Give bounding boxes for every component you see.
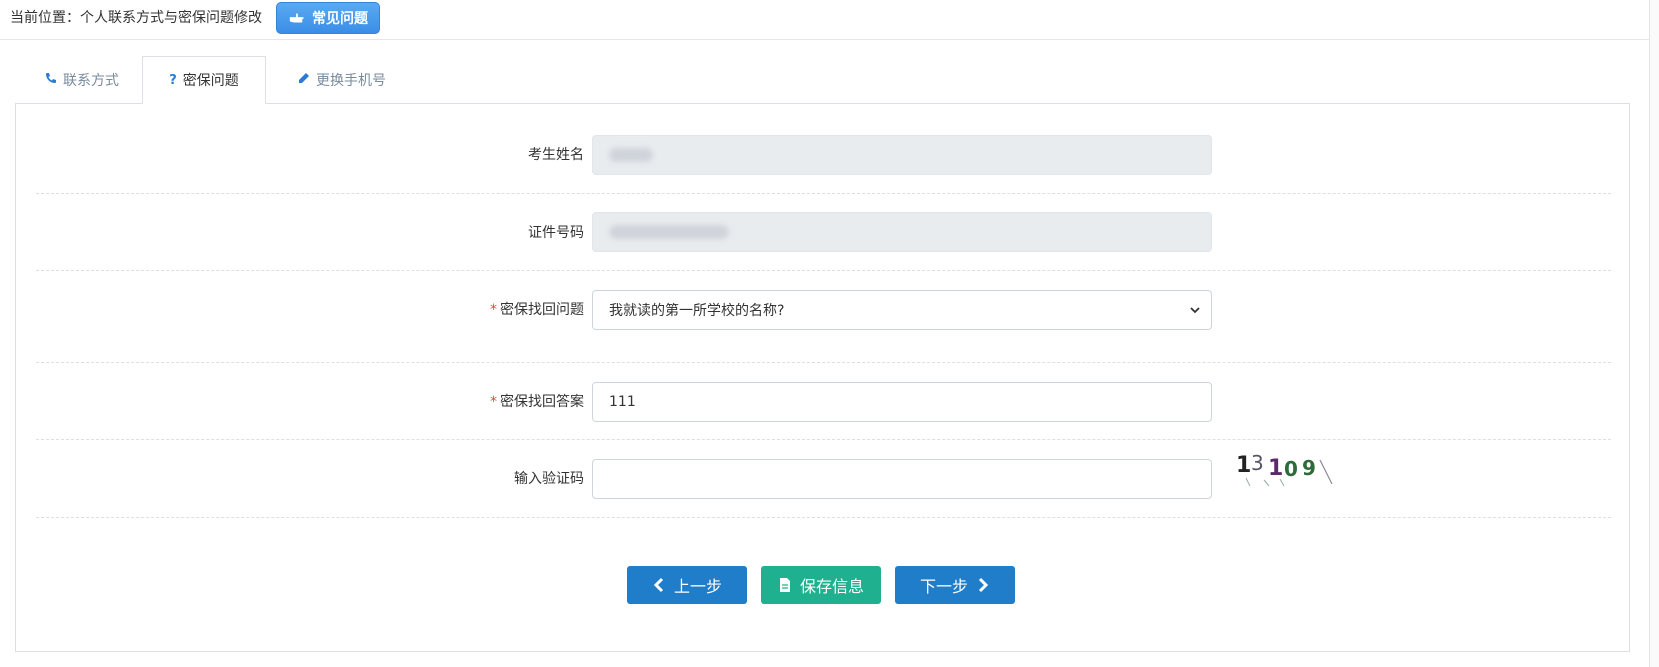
required-mark: * <box>490 302 497 318</box>
security-answer-input[interactable]: 111 <box>592 382 1212 422</box>
next-button[interactable]: 下一步 <box>895 566 1015 604</box>
svg-text:9: 9 <box>1302 456 1316 480</box>
svg-text:3: 3 <box>1251 451 1264 475</box>
tab-change-mobile[interactable]: 更换手机号 <box>298 56 386 104</box>
security-answer-label-text: 密保找回答案 <box>500 394 584 410</box>
prev-button[interactable]: 上一步 <box>627 566 747 604</box>
tab-security-question-label: 密保问题 <box>182 73 239 89</box>
chevron-down-icon <box>1190 307 1200 314</box>
id-number-field <box>592 212 1212 252</box>
top-bar: 当前位置：个人联系方式与密保问题修改 常见问题 <box>0 0 1659 40</box>
faq-button[interactable]: 常见问题 <box>276 2 380 34</box>
row-id-number: 证件号码 <box>36 194 1611 271</box>
name-field <box>592 135 1212 175</box>
chevron-left-icon <box>653 577 664 593</box>
security-answer-value: 111 <box>609 394 636 410</box>
save-label: 保存信息 <box>799 577 864 596</box>
row-captcha: 输入验证码 1 3 1 0 9 <box>36 440 1611 518</box>
phone-icon <box>45 72 57 88</box>
svg-text:1: 1 <box>1268 456 1283 481</box>
faq-label: 常见问题 <box>312 11 368 27</box>
captcha-image[interactable]: 1 3 1 0 9 <box>1236 448 1346 488</box>
security-question-label-text: 密保找回问题 <box>500 302 584 318</box>
svg-text:0: 0 <box>1284 457 1298 481</box>
captcha-input[interactable] <box>592 459 1212 499</box>
svg-text:1: 1 <box>1236 453 1251 478</box>
security-question-label: * 密保找回问题 <box>490 299 584 319</box>
tab-security-question[interactable]: ? 密保问题 <box>142 56 266 104</box>
security-question-select[interactable]: 我就读的第一所学校的名称? <box>592 290 1212 330</box>
security-answer-label: * 密保找回答案 <box>490 391 584 411</box>
next-label: 下一步 <box>919 577 968 596</box>
name-label: 考生姓名 <box>528 147 584 163</box>
captcha-label: 输入验证码 <box>514 471 584 487</box>
pointing-hand-icon <box>289 13 304 23</box>
row-name: 考生姓名 <box>36 104 1611 194</box>
id-number-label: 证件号码 <box>528 225 584 241</box>
prev-label: 上一步 <box>673 577 722 596</box>
breadcrumb: 当前位置：个人联系方式与密保问题修改 <box>10 10 262 26</box>
redacted-name <box>609 148 653 162</box>
row-security-question: * 密保找回问题 我就读的第一所学校的名称? <box>36 271 1611 363</box>
required-mark: * <box>490 394 497 410</box>
pencil-icon <box>298 72 310 88</box>
save-button[interactable]: 保存信息 <box>761 566 881 604</box>
tab-bar: 联系方式 ? 密保问题 更换手机号 <box>15 56 1630 104</box>
question-icon: ? <box>169 72 177 88</box>
row-security-answer: * 密保找回答案 111 <box>36 363 1611 440</box>
security-question-value: 我就读的第一所学校的名称? <box>609 303 785 319</box>
tab-contact-label: 联系方式 <box>63 73 119 89</box>
tab-change-mobile-label: 更换手机号 <box>316 73 386 89</box>
tab-contact[interactable]: 联系方式 <box>45 56 119 104</box>
redacted-id-number <box>609 225 729 239</box>
chevron-right-icon <box>978 577 989 593</box>
action-buttons: 上一步 保存信息 下一步 <box>0 566 1659 604</box>
document-icon <box>779 578 790 592</box>
